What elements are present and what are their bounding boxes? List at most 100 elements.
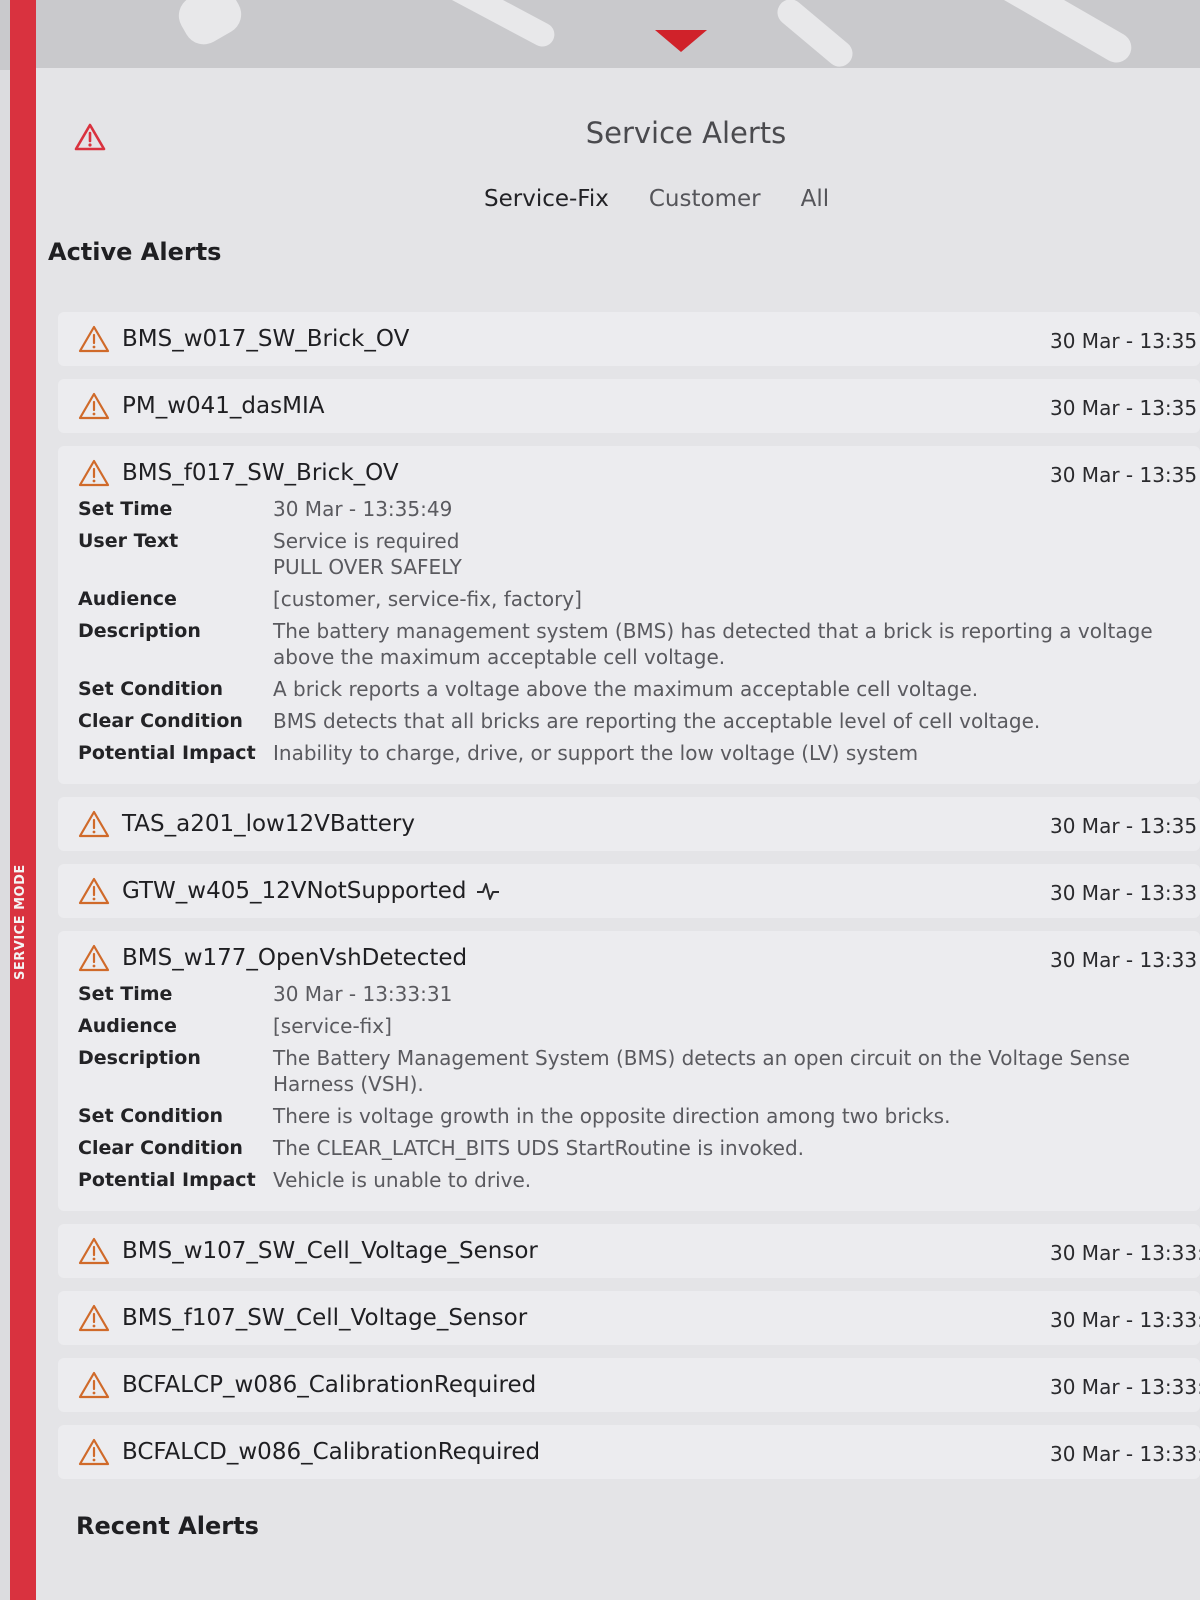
alert-name: TAS_a201_low12VBattery [122,811,415,837]
alert-time: 30 Mar - 13:33 [1050,881,1198,905]
alert-header[interactable]: BCFALCP_w086_CalibrationRequired 30 Mar -… [78,1366,1200,1404]
alert-name: PM_w041_dasMIA [122,393,325,419]
alert-detail-row: User Text Service is required PULL OVER S… [78,528,1200,580]
map-road [171,0,249,52]
alert-detail-row: Set Condition There is voltage growth in … [78,1103,1200,1129]
alert-item[interactable]: BMS_w107_SW_Cell_Voltage_Sensor 30 Mar - … [58,1224,1200,1278]
alert-name: BMS_w107_SW_Cell_Voltage_Sensor [122,1238,538,1264]
detail-value: Vehicle is unable to drive. [273,1168,532,1192]
detail-value: The battery management system (BMS) has … [273,619,1153,669]
warning-icon [78,1237,110,1265]
alert-name: BMS_f107_SW_Cell_Voltage_Sensor [122,1305,528,1331]
warning-icon [78,1371,110,1399]
detail-value: There is voltage growth in the opposite … [273,1104,951,1128]
alert-item[interactable]: GTW_w405_12VNotSupported 30 Mar - 13:33 [58,864,1200,918]
tab-service-fix[interactable]: Service-Fix [484,186,609,212]
detail-value: Service is required PULL OVER SAFELY [273,529,462,579]
alert-time: 30 Mar - 13:33:3 [1050,1442,1200,1466]
alert-time: 30 Mar - 13:35 [1050,814,1198,838]
alert-header[interactable]: GTW_w405_12VNotSupported 30 Mar - 13:33 [78,872,1200,910]
warning-icon [78,1304,110,1332]
alert-detail-row: Set Time 30 Mar - 13:33:31 [78,981,1200,1007]
alert-name: BMS_w017_SW_Brick_OV [122,326,410,352]
alert-name: BMS_w177_OpenVshDetected [122,945,468,971]
tab-all[interactable]: All [801,186,830,212]
detail-label: Audience [78,1015,177,1037]
alert-detail-row: Potential Impact Vehicle is unable to dri… [78,1167,1200,1193]
alert-time: 30 Mar - 13:33:3 [1050,1375,1200,1399]
alert-detail-row: Clear Condition BMS detects that all bric… [78,708,1200,734]
map-location-marker-icon[interactable] [655,30,707,52]
detail-label: Set Time [78,498,173,520]
alert-item[interactable]: BMS_w177_OpenVshDetected 30 Mar - 13:33 Se… [58,931,1200,1211]
alert-detail-row: Set Time 30 Mar - 13:35:49 [78,496,1200,522]
map-road [441,0,559,51]
detail-label: Potential Impact [78,742,256,764]
alert-header[interactable]: BMS_f107_SW_Cell_Voltage_Sensor 30 Mar - … [78,1299,1200,1337]
warning-icon [78,810,110,838]
warning-icon [78,1438,110,1466]
warning-icon [78,325,110,353]
tab-customer[interactable]: Customer [649,186,761,212]
alert-detail-row: Clear Condition The CLEAR_LATCH_BITS UDS … [78,1135,1200,1161]
detail-value: Inability to charge, drive, or support t… [273,741,919,765]
detail-value: [service-fix] [273,1014,392,1038]
alert-detail-row: Potential Impact Inability to charge, dri… [78,740,1200,766]
service-mode-bar [10,0,36,1600]
alert-detail-row: Description The Battery Management System… [78,1045,1200,1097]
alert-detail-row: Audience [service-fix] [78,1013,1200,1039]
alert-filter-tabs: Service-Fix Customer All [484,186,829,212]
alert-details: Set Time 30 Mar - 13:35:49 User Text Servic… [78,492,1200,776]
service-mode-label: SERVICE MODE [13,864,28,980]
detail-value: [customer, service-fix, factory] [273,587,582,611]
alert-header[interactable]: BMS_f017_SW_Brick_OV 30 Mar - 13:35 [78,454,1200,492]
alert-item[interactable]: BMS_w017_SW_Brick_OV 30 Mar - 13:35 [58,312,1200,366]
map-road [983,0,1137,68]
detail-value: BMS detects that all bricks are reportin… [273,709,1041,733]
map-background [0,0,1200,70]
alert-item[interactable]: BCFALCP_w086_CalibrationRequired 30 Mar -… [58,1358,1200,1412]
detail-value: The Battery Management System (BMS) dete… [273,1046,1130,1096]
alert-header[interactable]: BMS_w177_OpenVshDetected 30 Mar - 13:33 [78,939,1200,977]
detail-label: Description [78,1047,201,1069]
alert-item[interactable]: BCFALCD_w086_CalibrationRequired 30 Mar -… [58,1425,1200,1479]
alert-detail-row: Description The battery management system… [78,618,1200,670]
pulse-icon [477,883,500,900]
alert-time: 30 Mar - 13:33 [1050,948,1198,972]
alert-name: BCFALCD_w086_CalibrationRequired [122,1439,541,1465]
detail-label: Potential Impact [78,1169,256,1191]
detail-value: A brick reports a voltage above the maxi… [273,677,979,701]
detail-value: The CLEAR_LATCH_BITS UDS StartRoutine is… [273,1136,805,1160]
detail-label: Set Condition [78,678,224,700]
alert-header[interactable]: BMS_w107_SW_Cell_Voltage_Sensor 30 Mar - … [78,1232,1200,1270]
page-title: Service Alerts [585,116,787,150]
active-alerts-list: BMS_w017_SW_Brick_OV 30 Mar - 13:35 PM_w04… [58,312,1200,1492]
alert-item[interactable]: BMS_f017_SW_Brick_OV 30 Mar - 13:35 Set Ti… [58,446,1200,784]
alert-name: BMS_f017_SW_Brick_OV [122,460,399,486]
active-alerts-heading: Active Alerts [48,238,222,266]
alert-time: 30 Mar - 13:35 [1050,463,1198,487]
warning-icon [78,944,110,972]
warning-icon [78,877,110,905]
alert-header[interactable]: BCFALCD_w086_CalibrationRequired 30 Mar -… [78,1433,1200,1471]
alert-time: 30 Mar - 13:35 [1050,329,1198,353]
detail-label: Clear Condition [78,710,243,732]
detail-label: Set Time [78,983,173,1005]
alert-name: GTW_w405_12VNotSupported [122,878,467,904]
warning-icon [78,392,110,420]
alert-time: 30 Mar - 13:35 [1050,396,1198,420]
detail-label: Audience [78,588,177,610]
alert-detail-row: Set Condition A brick reports a voltage a… [78,676,1200,702]
alert-time: 30 Mar - 13:33:3 [1050,1241,1200,1265]
alert-item[interactable]: BMS_f107_SW_Cell_Voltage_Sensor 30 Mar - … [58,1291,1200,1345]
alert-item[interactable]: PM_w041_dasMIA 30 Mar - 13:35 [58,379,1200,433]
alert-header[interactable]: TAS_a201_low12VBattery 30 Mar - 13:35 [78,805,1200,843]
alert-item[interactable]: TAS_a201_low12VBattery 30 Mar - 13:35 [58,797,1200,851]
alert-header[interactable]: BMS_w017_SW_Brick_OV 30 Mar - 13:35 [78,320,1200,358]
detail-label: Clear Condition [78,1137,243,1159]
detail-value: 30 Mar - 13:33:31 [273,982,453,1006]
alert-details: Set Time 30 Mar - 13:33:31 Audience [servic… [78,977,1200,1203]
recent-alerts-heading: Recent Alerts [76,1512,259,1540]
alert-name: BCFALCP_w086_CalibrationRequired [122,1372,537,1398]
alert-header[interactable]: PM_w041_dasMIA 30 Mar - 13:35 [78,387,1200,425]
